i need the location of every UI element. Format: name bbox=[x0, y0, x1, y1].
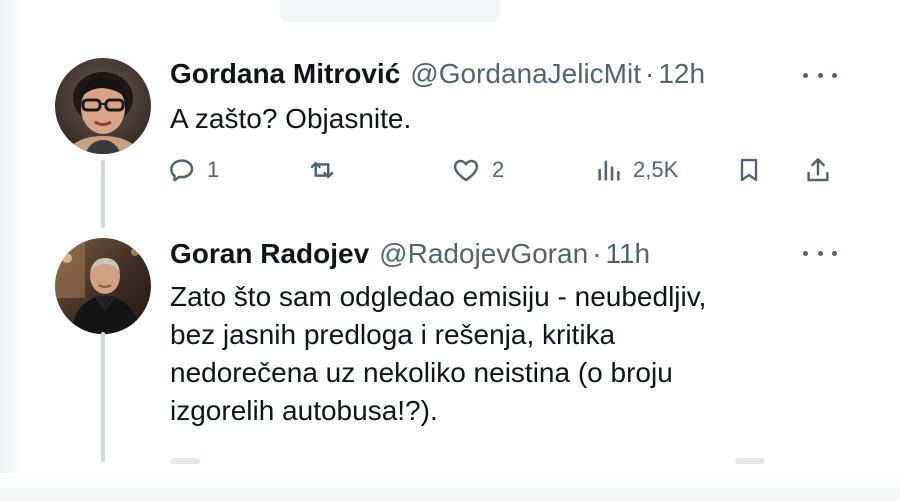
tweet-text-line: nedorečena uz nekoliko neistina (o broju bbox=[170, 357, 673, 388]
avatar-gordana[interactable] bbox=[55, 58, 151, 154]
thread-connector bbox=[101, 332, 105, 462]
author-name[interactable]: Gordana Mitrović bbox=[170, 57, 400, 91]
tweet-gordana[interactable]: Gordana Mitrović @GordanaJelicMit · 12h … bbox=[0, 50, 900, 230]
like-button[interactable]: 2 bbox=[450, 150, 504, 190]
tweet-text-line: bez jasnih predloga i rešenja, kritika bbox=[170, 319, 616, 350]
thread-connector bbox=[101, 160, 105, 228]
more-icon[interactable] bbox=[803, 65, 837, 85]
tweet-text-line: Zato što sam odgledao emisiju - neubedlj… bbox=[170, 281, 707, 312]
tweet-time[interactable]: 11h bbox=[605, 237, 650, 271]
thread-view: Gordana Mitrović @GordanaJelicMit · 12h … bbox=[0, 0, 900, 501]
next-tweet-hint bbox=[735, 458, 765, 464]
bookmark-button[interactable] bbox=[735, 150, 763, 190]
reply-button[interactable]: 1 bbox=[167, 150, 219, 190]
retweet-button[interactable] bbox=[305, 150, 339, 190]
share-button[interactable] bbox=[803, 150, 833, 190]
avatar-goran[interactable] bbox=[55, 238, 151, 334]
more-icon[interactable] bbox=[803, 243, 837, 263]
share-icon bbox=[807, 158, 829, 182]
separator-dot: · bbox=[645, 58, 655, 89]
tweet-text-line: izgorelih autobusa!?). bbox=[170, 395, 438, 426]
tweet-text: Zato što sam odgledao emisiju - neubedlj… bbox=[170, 278, 810, 430]
separator-dot: · bbox=[592, 238, 602, 269]
reply-count: 1 bbox=[207, 157, 220, 182]
tweet-text: A zašto? Objasnite. bbox=[170, 100, 810, 138]
next-tweet-hint bbox=[170, 458, 200, 464]
avatar-gordana-image bbox=[55, 58, 151, 154]
like-count: 2 bbox=[492, 157, 505, 182]
avatar-goran-image bbox=[55, 238, 151, 334]
author-handle[interactable]: @GordanaJelicMit bbox=[410, 57, 641, 91]
author-name[interactable]: Goran Radojev bbox=[170, 237, 369, 271]
views-icon bbox=[598, 160, 620, 181]
author-handle[interactable]: @RadojevGoran bbox=[379, 237, 588, 271]
views-button[interactable]: 2,5K bbox=[595, 150, 678, 190]
tweet-header: Gordana Mitrović @GordanaJelicMit · 12h bbox=[170, 57, 705, 91]
bottom-edge-shadow bbox=[0, 473, 900, 501]
reply-icon bbox=[170, 159, 194, 182]
top-edge-shadow bbox=[280, 0, 500, 22]
tweet-goran[interactable]: Goran Radojev @RadojevGoran · 11h Zato š… bbox=[0, 232, 900, 472]
views-count: 2,5K bbox=[633, 157, 679, 182]
retweet-icon bbox=[310, 161, 334, 179]
bookmark-icon bbox=[740, 158, 758, 182]
tweet-header: Goran Radojev @RadojevGoran · 11h bbox=[170, 237, 650, 271]
tweet-time[interactable]: 12h bbox=[658, 57, 705, 91]
tweet-actions: 1 2 2,5K bbox=[165, 150, 845, 190]
tweet-text-line: A zašto? Objasnite. bbox=[170, 103, 412, 134]
like-icon bbox=[453, 159, 479, 182]
